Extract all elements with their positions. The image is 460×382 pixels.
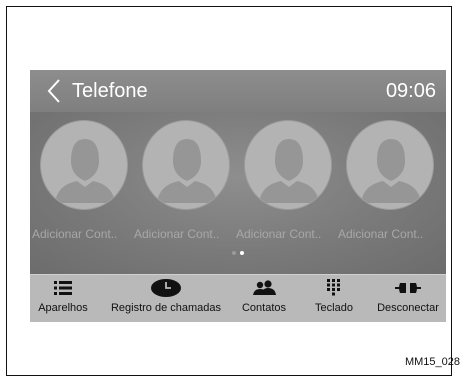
favorite-contact-slot[interactable]: Adicionar Cont.. [236, 112, 336, 262]
contacts-icon [253, 280, 276, 295]
call-log-button[interactable]: Registro de chamadas [96, 275, 236, 322]
person-silhouette-icon [40, 120, 128, 210]
keypad-label: Teclado [315, 302, 353, 314]
contacts-label: Contatos [241, 302, 287, 314]
back-button[interactable] [38, 76, 70, 106]
bottom-toolbar: Aparelhos Registro de chamadas Contatos … [30, 274, 446, 322]
phone-screen: Telefone 09:06 Adicionar Cont.. Adiciona… [30, 70, 446, 322]
person-silhouette-icon [346, 120, 434, 210]
chevron-left-icon [47, 79, 60, 103]
contacts-button[interactable]: Contatos [236, 275, 292, 322]
keypad-icon [327, 279, 340, 296]
contact-label: Adicionar Cont.. [32, 227, 118, 241]
disconnect-icon [395, 283, 421, 293]
contact-label: Adicionar Cont.. [134, 227, 220, 241]
keypad-button[interactable]: Teclado [302, 275, 366, 322]
person-silhouette-icon [244, 120, 332, 210]
contact-label: Adicionar Cont.. [236, 227, 322, 241]
figure-caption: MM15_028 [404, 356, 460, 368]
devices-label: Aparelhos [38, 302, 88, 314]
call-log-label: Registro de chamadas [110, 302, 222, 314]
person-silhouette-icon [142, 120, 230, 210]
header-bar: Telefone 09:06 [30, 70, 446, 112]
clock-icon [151, 279, 181, 297]
contact-label: Adicionar Cont.. [338, 227, 424, 241]
favorite-contact-slot[interactable]: Adicionar Cont.. [134, 112, 234, 262]
page-dot-active[interactable] [240, 251, 244, 255]
disconnect-button[interactable]: Desconectar [370, 275, 446, 322]
list-icon [54, 281, 72, 295]
favorite-contact-slot[interactable]: Adicionar Cont.. [32, 112, 132, 262]
favorites-carousel: Adicionar Cont.. Adicionar Cont.. Adicio… [30, 112, 446, 274]
page-dot[interactable] [232, 251, 236, 255]
clock-time: 09:06 [385, 80, 436, 102]
devices-button[interactable]: Aparelhos [32, 275, 94, 322]
page-title: Telefone [72, 80, 148, 102]
disconnect-label: Desconectar [377, 302, 439, 314]
page-indicator [232, 250, 246, 256]
favorite-contact-slot[interactable]: Adicionar Cont.. [338, 112, 438, 262]
